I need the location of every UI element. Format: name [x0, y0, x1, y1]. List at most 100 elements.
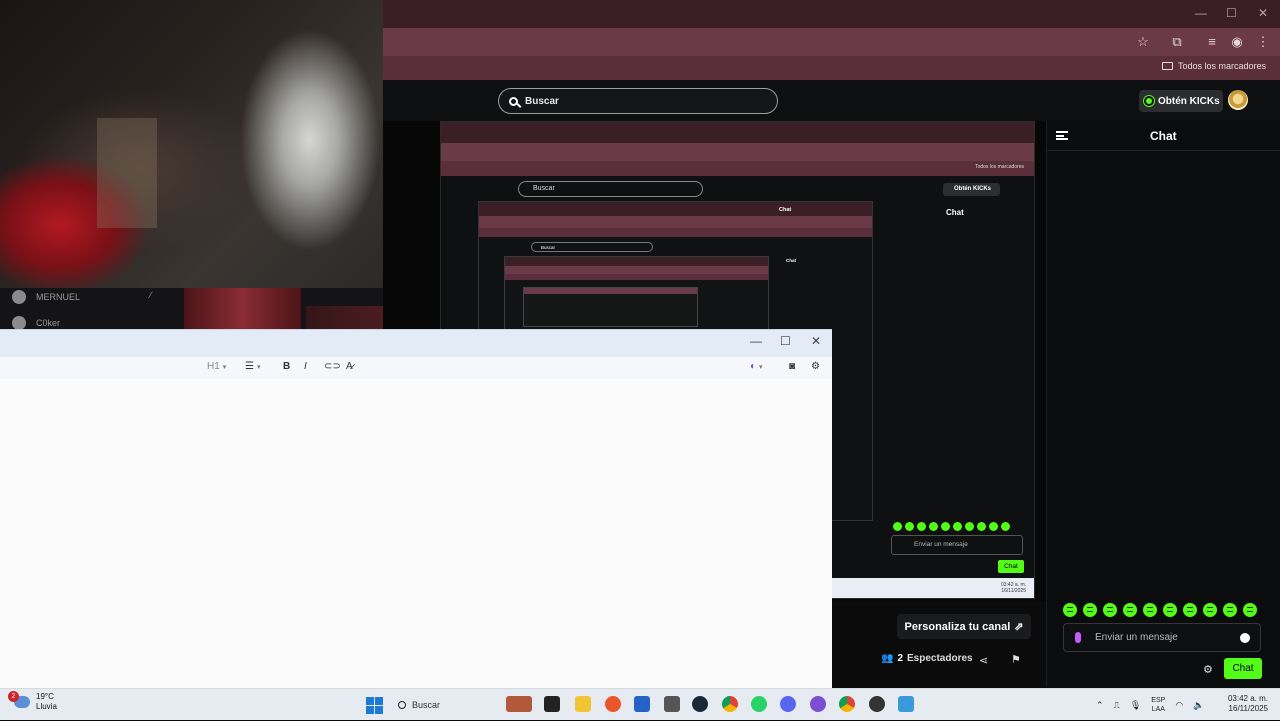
obs-icon[interactable]: [869, 696, 885, 712]
wifi-icon[interactable]: ◠: [1175, 700, 1183, 711]
copilot-icon[interactable]: ◐ ▾: [750, 361, 763, 372]
notepad-icon[interactable]: [898, 696, 914, 712]
emote-icon[interactable]: [1123, 603, 1137, 617]
emote-icon[interactable]: [1063, 603, 1077, 617]
close-icon[interactable]: ✕: [811, 334, 821, 348]
clear-formatting-icon[interactable]: A̷: [346, 361, 353, 372]
viewer-name: MERNUEL: [36, 292, 81, 302]
emote-icon[interactable]: [1143, 603, 1157, 617]
italic-button[interactable]: I: [304, 361, 307, 372]
emote-icon[interactable]: [1103, 603, 1117, 617]
bold-button[interactable]: B: [283, 361, 290, 372]
emote-icon[interactable]: [1203, 603, 1217, 617]
link-icon[interactable]: ⊂⊃: [324, 361, 341, 372]
extensions-icon[interactable]: ⧉: [1169, 34, 1185, 50]
emote-icon[interactable]: [1183, 603, 1197, 617]
notification-badge: 2: [8, 691, 19, 702]
get-kicks-button: Obtén KICKs: [943, 183, 1000, 196]
steam-icon[interactable]: [692, 696, 708, 712]
emote-row: [1063, 603, 1257, 617]
profile-icon[interactable]: ◉: [1229, 34, 1245, 50]
microphone-icon[interactable]: 🎙: [1130, 700, 1141, 711]
emote-icon[interactable]: [1163, 603, 1177, 617]
emote-icon[interactable]: [1083, 603, 1097, 617]
chrome-icon[interactable]: [722, 696, 738, 712]
volume-icon[interactable]: 🔈: [1193, 700, 1204, 711]
formatting-toolbar: H1 ▾ ☰ ▾ B I ⊂⊃ A̷ ◐ ▾ ◙ ⚙: [0, 357, 832, 379]
search-icon: [398, 701, 406, 709]
message-input: Enviar un mensaje: [891, 535, 1023, 555]
collapse-chat-icon[interactable]: [1056, 131, 1068, 140]
whatsapp-icon[interactable]: [751, 696, 767, 712]
maximize-icon[interactable]: ☐: [1226, 6, 1237, 20]
list-item[interactable]: MERNUEL: [12, 290, 80, 304]
browser-titlebar: — ☐ ✕: [383, 0, 1280, 28]
chat-send-button: Chat: [998, 560, 1024, 573]
external-link-icon: ⇗: [1014, 621, 1024, 633]
list-select[interactable]: ☰ ▾: [245, 361, 260, 372]
usb-icon[interactable]: ⎍: [1114, 700, 1120, 711]
discord-icon[interactable]: [780, 696, 796, 712]
all-bookmarks[interactable]: Todos los marcadores: [1161, 61, 1266, 71]
chrome-profile-icon[interactable]: [839, 696, 855, 712]
terminal-icon[interactable]: [544, 696, 560, 712]
clock-date: 16/11/2025: [1001, 588, 1026, 594]
account-icon[interactable]: ◙: [789, 361, 795, 372]
close-icon[interactable]: ✕: [1258, 6, 1268, 20]
emote-icon[interactable]: [1243, 603, 1257, 617]
viewer-name: C0ker: [36, 318, 61, 328]
bookmarks-bar: Todos los marcadores: [383, 56, 1280, 80]
chevron-up-icon[interactable]: ⌃: [1096, 700, 1104, 711]
chat-title: Chat: [1150, 129, 1177, 143]
list-item[interactable]: C0ker: [12, 316, 60, 330]
search-input[interactable]: Buscar: [498, 88, 778, 114]
app-icon[interactable]: [664, 696, 680, 712]
language-indicator[interactable]: ESP LAA: [1151, 696, 1165, 714]
list-icon: ☰: [245, 361, 254, 372]
follow-icon[interactable]: ⚑: [1011, 653, 1021, 666]
user-avatar[interactable]: [1228, 90, 1248, 110]
taskbar: 2 19°C Lluvia Buscar ⌃ ⎍ 🎙 ESP LAA ◠ 🔈 03:…: [0, 688, 1280, 720]
get-kicks-button[interactable]: Obtén KICKs: [1139, 90, 1223, 112]
customize-channel-button[interactable]: Personaliza tu canal ⇗: [897, 614, 1031, 639]
maximize-icon[interactable]: ☐: [780, 334, 791, 348]
heading-select[interactable]: H1 ▾: [207, 361, 226, 372]
file-explorer-icon[interactable]: [575, 696, 591, 712]
emoji-icon[interactable]: [1240, 632, 1250, 643]
chat-title: Chat: [786, 258, 796, 263]
search-input: Buscar: [531, 242, 653, 252]
media-queue-icon[interactable]: ≡: [1204, 34, 1220, 50]
settings-icon[interactable]: ⚙: [1203, 663, 1213, 676]
store-icon[interactable]: [634, 696, 650, 712]
taskbar-search[interactable]: Buscar: [392, 694, 496, 716]
clock[interactable]: 03:42 a. m. 16/11/2025: [1228, 694, 1268, 714]
weather-temp: 19°C: [36, 692, 54, 701]
chevron-down-icon: ▾: [256, 363, 261, 371]
copilot-icon[interactable]: [810, 696, 826, 712]
chevron-down-icon: ▾: [759, 363, 763, 371]
viewers-icon: 👥: [881, 653, 894, 664]
minimize-icon[interactable]: —: [1195, 6, 1207, 20]
menu-icon[interactable]: ⋮: [1255, 34, 1271, 50]
game-app-icon[interactable]: [506, 696, 532, 712]
avatar: [12, 290, 26, 304]
kick-coin-icon: [1144, 96, 1154, 106]
minimize-icon[interactable]: —: [750, 334, 762, 348]
mic-muted-icon: ⁄: [150, 290, 152, 300]
share-icon[interactable]: ⋖: [979, 654, 988, 667]
bookmarks-label: Todos los marcadores: [975, 164, 1024, 170]
weather-widget[interactable]: 2 19°C Lluvia: [8, 691, 57, 712]
editor-content[interactable]: [0, 379, 832, 689]
start-button[interactable]: [366, 697, 383, 714]
search-icon: [509, 96, 518, 106]
settings-icon[interactable]: ⚙: [811, 361, 820, 372]
folder-icon: [1161, 62, 1173, 70]
chat-send-button[interactable]: Chat: [1224, 658, 1262, 679]
star-icon[interactable]: ☆: [1135, 34, 1151, 50]
microphone-icon[interactable]: [1075, 632, 1081, 643]
emote-icon[interactable]: [1223, 603, 1237, 617]
chat-title: Chat: [779, 207, 792, 213]
cloud-rain-icon: 2: [8, 691, 30, 708]
chat-message-input[interactable]: Enviar un mensaje: [1063, 623, 1261, 652]
brave-icon[interactable]: [605, 696, 621, 712]
